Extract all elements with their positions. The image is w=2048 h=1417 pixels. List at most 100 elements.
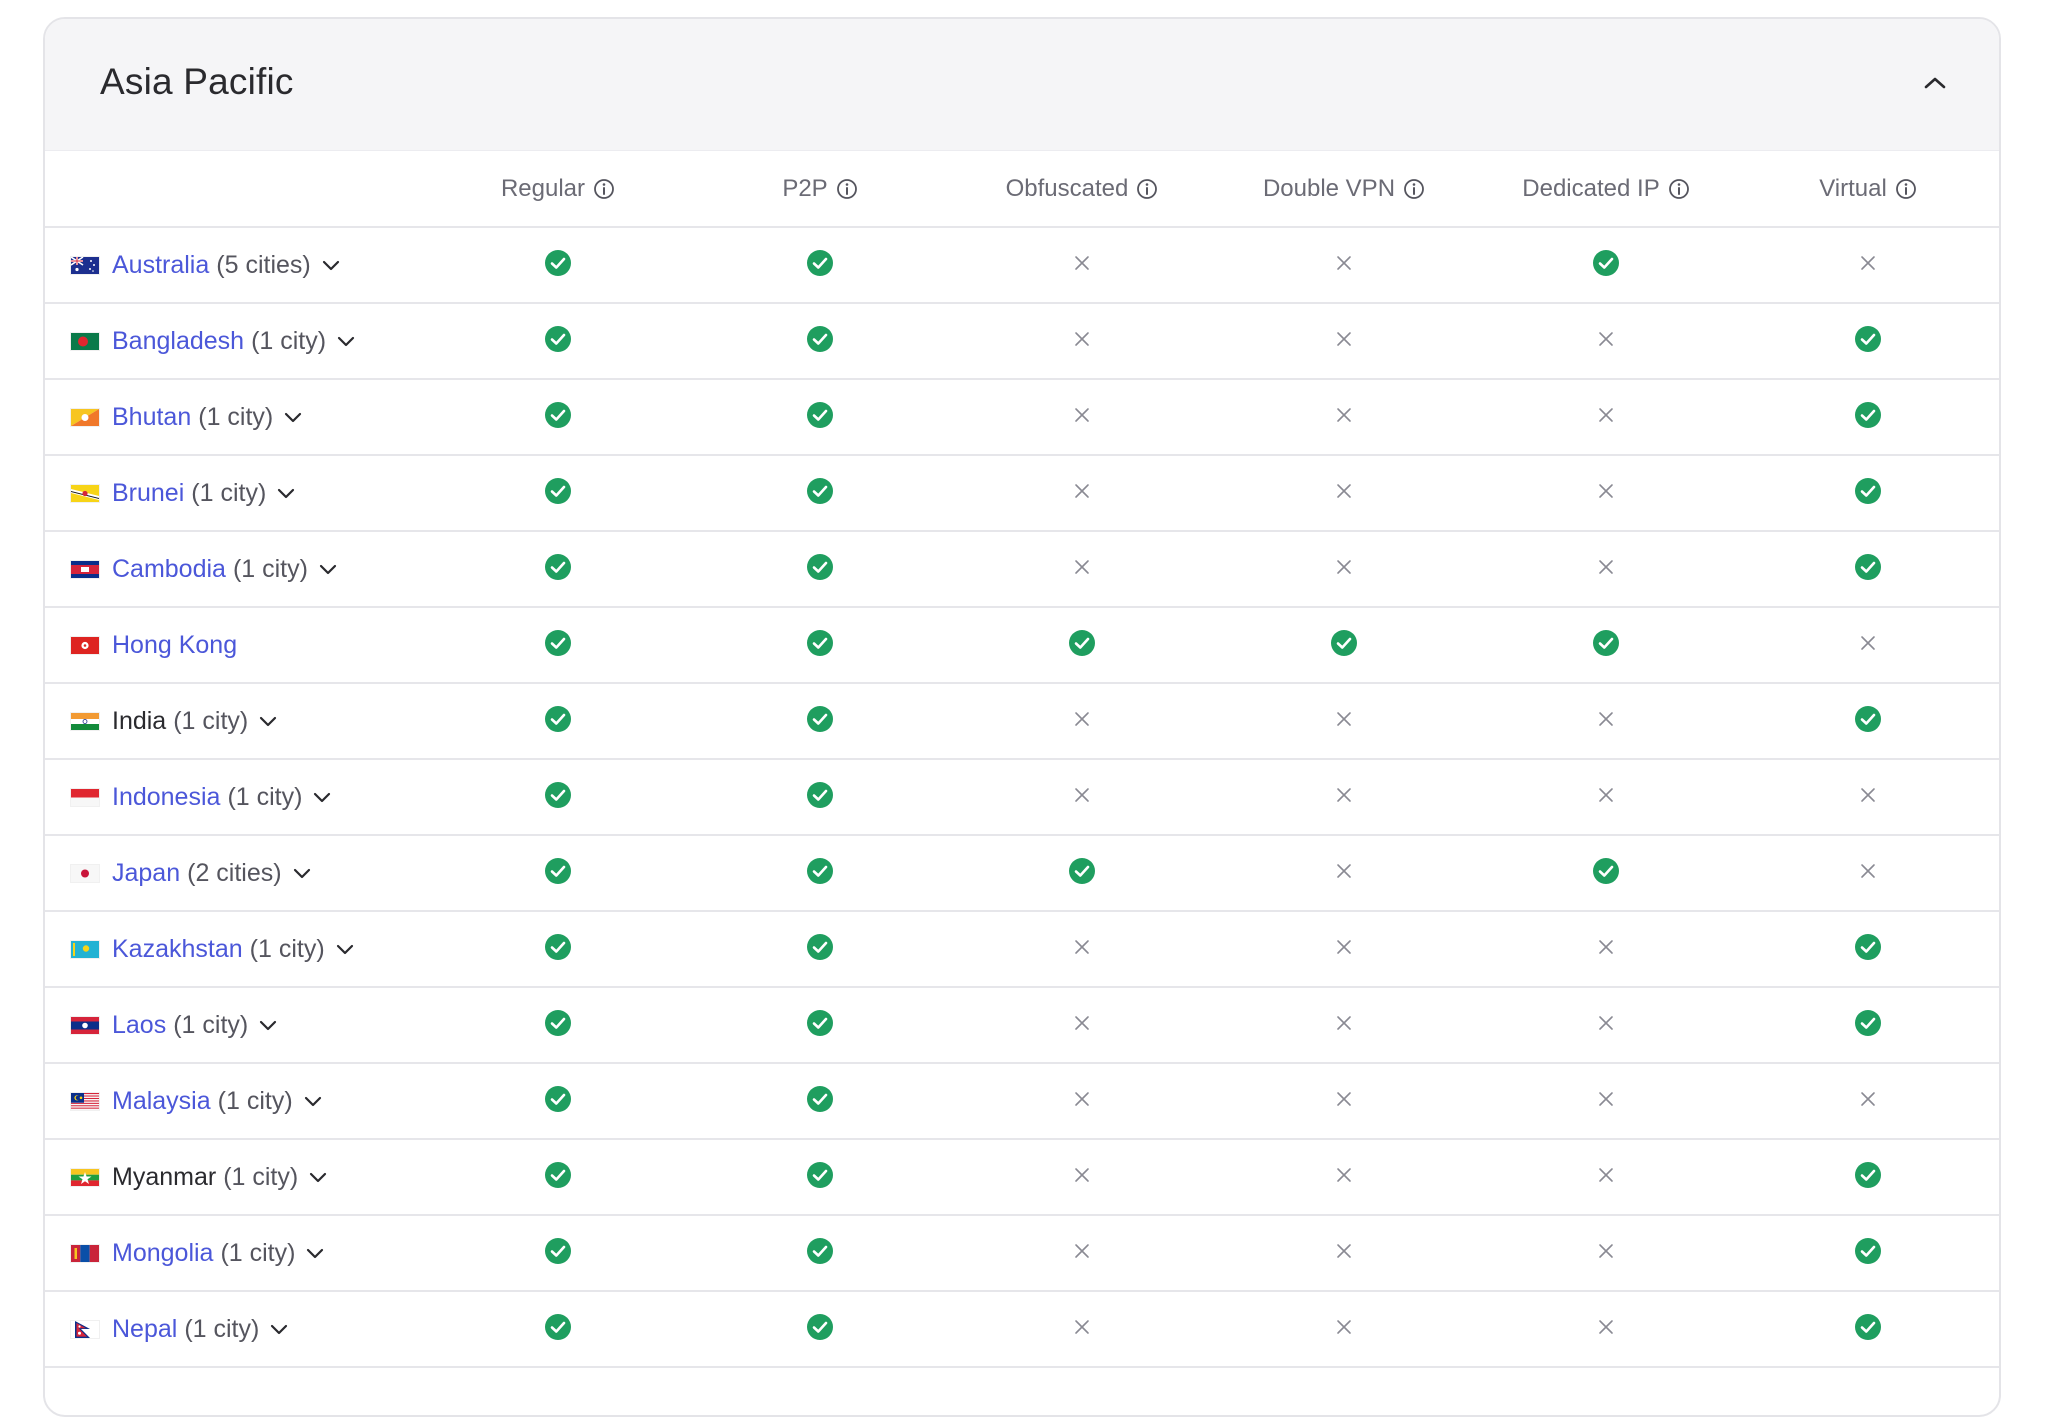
expand-cities-button[interactable] [308, 1170, 328, 1184]
table-row[interactable]: Cambodia (1 city) [45, 531, 1999, 608]
supported-indicator [806, 781, 834, 809]
feature-cell-regular [427, 987, 689, 1064]
info-icon[interactable] [1668, 178, 1690, 200]
supported-indicator [544, 401, 572, 429]
supported-indicator [806, 1085, 834, 1113]
cross-icon [1075, 331, 1089, 346]
table-row[interactable]: Nepal (1 city) [45, 1291, 1999, 1368]
column-header-label: P2P [782, 174, 828, 202]
feature-cell-regular [427, 911, 689, 988]
cross-icon [1599, 939, 1613, 954]
table-row[interactable]: Bangladesh (1 city) [45, 303, 1999, 380]
feature-cell-obfuscated [951, 835, 1213, 912]
city-count: (1 city) [217, 1086, 293, 1115]
expand-cities-button[interactable] [312, 790, 332, 804]
check-circle-icon [1855, 1313, 1881, 1340]
table-row[interactable]: Kazakhstan (1 city) [45, 911, 1999, 988]
feature-cell-p2p [689, 531, 951, 608]
supported-indicator [544, 857, 572, 885]
country-name-japan[interactable]: Japan [112, 859, 180, 888]
feature-cell-virtual [1737, 303, 1999, 380]
info-icon[interactable] [1895, 178, 1917, 200]
country-name-bhutan[interactable]: Bhutan [112, 403, 191, 432]
expand-cities-button[interactable] [258, 1018, 278, 1032]
expand-cities-button[interactable] [305, 1246, 325, 1260]
feature-cell-p2p [689, 835, 951, 912]
check-circle-icon [807, 553, 833, 580]
feature-cell-double-vpn [1213, 1063, 1475, 1140]
check-circle-icon [545, 1009, 571, 1036]
region-header[interactable]: Asia Pacific [45, 19, 1999, 151]
country-label: Malaysia (1 city) [71, 1087, 323, 1116]
cross-icon [1599, 1015, 1613, 1030]
country-name-australia[interactable]: Australia [112, 251, 209, 280]
country-name-indonesia[interactable]: Indonesia [112, 783, 220, 812]
table-row[interactable]: Indonesia (1 city) [45, 759, 1999, 836]
info-icon[interactable] [1403, 178, 1425, 200]
check-circle-icon [807, 629, 833, 656]
expand-cities-button[interactable] [258, 714, 278, 728]
country-name-cambodia[interactable]: Cambodia [112, 555, 226, 584]
unsupported-indicator [1597, 1318, 1615, 1336]
table-row[interactable]: Australia (5 cities) [45, 227, 1999, 304]
collapse-button[interactable] [1917, 65, 1953, 101]
cross-icon [1075, 1243, 1089, 1258]
country-name-brunei[interactable]: Brunei [112, 479, 184, 508]
unsupported-indicator [1597, 482, 1615, 500]
column-header-content: P2P [782, 175, 857, 203]
table-row[interactable]: Myanmar (1 city) [45, 1139, 1999, 1216]
cross-icon [1337, 863, 1351, 878]
country-name-hong-kong[interactable]: Hong Kong [112, 631, 237, 660]
feature-cell-p2p [689, 1291, 951, 1368]
cross-icon [1599, 483, 1613, 498]
check-circle-icon [807, 1009, 833, 1036]
expand-cities-button[interactable] [335, 942, 355, 956]
country-cell: Hong Kong [45, 607, 427, 684]
supported-indicator [806, 933, 834, 961]
cross-icon [1337, 483, 1351, 498]
supported-indicator [1854, 553, 1882, 581]
country-name-mongolia[interactable]: Mongolia [112, 1239, 213, 1268]
country-name-kazakhstan[interactable]: Kazakhstan [112, 935, 243, 964]
column-header-label: Obfuscated [1005, 174, 1129, 202]
supported-indicator [1592, 629, 1620, 657]
cross-icon [1599, 331, 1613, 346]
unsupported-indicator [1597, 938, 1615, 956]
feature-cell-double-vpn [1213, 1215, 1475, 1292]
info-icon[interactable] [836, 178, 858, 200]
cross-icon [1599, 1167, 1613, 1182]
expand-cities-button[interactable] [269, 1322, 289, 1336]
feature-cell-virtual [1737, 987, 1999, 1064]
info-icon[interactable] [1136, 178, 1158, 200]
expand-cities-button[interactable] [276, 486, 296, 500]
cross-icon [1075, 939, 1089, 954]
country-label: Brunei (1 city) [71, 479, 296, 508]
table-row[interactable]: Japan (2 cities) [45, 835, 1999, 912]
expand-cities-button[interactable] [318, 562, 338, 576]
feature-cell-obfuscated [951, 683, 1213, 760]
supported-indicator [544, 477, 572, 505]
country-name-bangladesh[interactable]: Bangladesh [112, 327, 244, 356]
cross-icon [1075, 711, 1089, 726]
unsupported-indicator [1073, 482, 1091, 500]
table-row[interactable]: India (1 city) [45, 683, 1999, 760]
check-circle-icon [1593, 249, 1619, 276]
country-name-malaysia[interactable]: Malaysia [112, 1087, 211, 1116]
table-row[interactable]: Mongolia (1 city) [45, 1215, 1999, 1292]
bangladesh-flag-icon [71, 332, 99, 350]
country-name-laos[interactable]: Laos [112, 1011, 166, 1040]
table-row[interactable]: Laos (1 city) [45, 987, 1999, 1064]
expand-cities-button[interactable] [321, 258, 341, 272]
table-row[interactable]: Malaysia (1 city) [45, 1063, 1999, 1140]
expand-cities-button[interactable] [292, 866, 312, 880]
feature-cell-p2p [689, 379, 951, 456]
unsupported-indicator [1597, 406, 1615, 424]
feature-cell-double-vpn [1213, 759, 1475, 836]
table-row[interactable]: Bhutan (1 city) [45, 379, 1999, 456]
table-row[interactable]: Brunei (1 city) [45, 455, 1999, 532]
country-name-nepal[interactable]: Nepal [112, 1315, 177, 1344]
info-icon[interactable] [593, 178, 615, 200]
expand-cities-button[interactable] [283, 410, 303, 424]
expand-cities-button[interactable] [303, 1094, 323, 1108]
expand-cities-button[interactable] [336, 334, 356, 348]
